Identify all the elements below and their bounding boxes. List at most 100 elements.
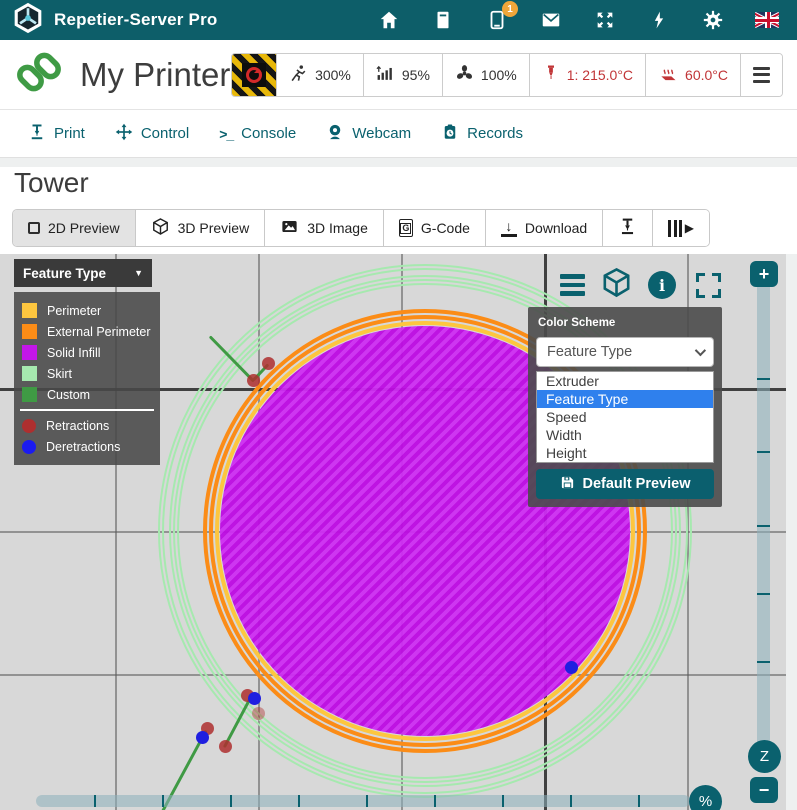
slider-tick — [298, 795, 300, 807]
flow-multiplier-button[interactable]: 95% — [363, 54, 442, 96]
preview-3d-cube-icon[interactable] — [600, 266, 633, 304]
slider-tick — [757, 593, 770, 595]
hamburger-icon — [753, 67, 770, 83]
legend-header[interactable]: Feature Type ▼ — [14, 259, 152, 287]
bolt-icon[interactable] — [647, 8, 671, 32]
zoom-in-button[interactable]: + — [750, 261, 778, 287]
chevron-down-icon — [695, 345, 706, 356]
view-gcode-button[interactable]: G G-Code — [383, 210, 485, 246]
color-scheme-option-width[interactable]: Width — [537, 426, 713, 444]
legend-item-deretractions: Deretractions — [14, 436, 160, 457]
extruder-icon — [542, 64, 560, 85]
download-button[interactable]: ↓ Download — [485, 210, 602, 246]
save-icon — [560, 475, 575, 494]
tab-label: Print — [54, 125, 85, 142]
view-button-label: 3D Image — [307, 220, 368, 236]
tab-console[interactable]: >_ Console — [219, 125, 296, 142]
z-mode-button[interactable]: Z — [748, 740, 781, 773]
view-3d-preview-button[interactable]: 3D Preview — [135, 210, 265, 246]
printer-menu-button[interactable] — [740, 54, 782, 96]
preview-canvas[interactable]: Feature Type ▼ Perimeter External Perime… — [0, 254, 786, 810]
tab-records[interactable]: Records — [441, 123, 523, 145]
fullscreen-icon[interactable] — [696, 273, 721, 298]
percent-mode-button[interactable]: % — [689, 785, 722, 810]
gcode-file-icon: G — [399, 219, 413, 237]
info-icon[interactable]: i — [648, 271, 676, 299]
printer-link-icon — [14, 48, 64, 101]
emergency-stop-button[interactable] — [232, 54, 276, 96]
legend-item-skirt: Skirt — [14, 363, 160, 384]
expand-icon[interactable] — [593, 8, 617, 32]
color-scheme-select[interactable]: Feature Type — [536, 337, 714, 367]
download-icon: ↓ — [501, 220, 517, 237]
slider-tick — [230, 795, 232, 807]
print-icon — [28, 123, 46, 145]
bed-temp-button[interactable]: 60.0°C — [645, 54, 740, 96]
printer-tabs: Print Control >_ Console Webcam Records — [0, 110, 797, 158]
slider-tick — [434, 795, 436, 807]
fan-value: 100% — [481, 67, 517, 83]
notification-badge: 1 — [502, 1, 518, 17]
deretraction-marker — [248, 692, 261, 705]
tablet-icon[interactable]: 1 — [485, 8, 509, 32]
view-button-group: 2D Preview 3D Preview 3D Image G G-Code … — [12, 209, 710, 247]
slider-tick — [366, 795, 368, 807]
progress-slider[interactable] — [36, 795, 690, 807]
layers-icon: ▶ — [668, 220, 694, 237]
color-scheme-option-extruder[interactable]: Extruder — [537, 372, 713, 390]
tab-control[interactable]: Control — [115, 123, 189, 145]
tab-print[interactable]: Print — [28, 123, 85, 145]
cube-icon — [151, 217, 170, 239]
image-icon — [280, 217, 299, 239]
layer-slider[interactable] — [757, 281, 770, 751]
fan-button[interactable]: 100% — [442, 54, 529, 96]
layers-button[interactable]: ▶ — [652, 210, 709, 246]
square-icon — [28, 222, 40, 234]
bed-temp-value: 60.0°C — [685, 67, 728, 83]
retraction-marker — [219, 740, 232, 753]
server-icon[interactable] — [431, 8, 455, 32]
default-preview-label: Default Preview — [583, 476, 691, 492]
gear-icon[interactable] — [701, 8, 725, 32]
feature-legend: Feature Type ▼ Perimeter External Perime… — [14, 259, 160, 465]
preview-toolbar: i — [560, 266, 721, 304]
records-icon — [441, 123, 459, 145]
retraction-marker — [247, 374, 260, 387]
color-swatch — [22, 345, 37, 360]
view-2d-preview-button[interactable]: 2D Preview — [13, 210, 135, 246]
color-scheme-options: ExtruderFeature TypeSpeedWidthHeight — [536, 371, 714, 463]
slider-tick — [502, 795, 504, 807]
emergency-stop-icon — [232, 54, 276, 96]
retraction-marker — [252, 707, 265, 720]
view-3d-image-button[interactable]: 3D Image — [264, 210, 383, 246]
legend-item-custom: Custom — [14, 384, 160, 405]
default-preview-button[interactable]: Default Preview — [536, 469, 714, 499]
printer-toolbar: 300% 95% 100% 1: 215.0°C 60.0°C — [231, 53, 783, 97]
job-section: Tower 2D Preview 3D Preview 3D Image G G… — [0, 167, 797, 254]
tab-webcam[interactable]: Webcam — [326, 123, 411, 145]
color-scheme-option-speed[interactable]: Speed — [537, 408, 713, 426]
legend-item-retractions: Retractions — [14, 415, 160, 436]
top-navbar: Repetier-Server Pro 1 — [0, 0, 797, 40]
deretraction-marker — [565, 661, 578, 674]
extruder-temp-button[interactable]: 1: 215.0°C — [529, 54, 645, 96]
nozzle-icon — [618, 217, 637, 239]
legend-item-perimeter: Perimeter — [14, 300, 160, 321]
home-icon[interactable] — [377, 8, 401, 32]
move-control-icon — [115, 123, 133, 145]
caret-down-icon: ▼ — [134, 268, 143, 278]
legend-item-external-perimeter: External Perimeter — [14, 321, 160, 342]
retraction-marker — [262, 357, 275, 370]
color-scheme-option-feature-type[interactable]: Feature Type — [537, 390, 713, 408]
legend-item-solid-infill: Solid Infill — [14, 342, 160, 363]
slider-tick — [757, 525, 770, 527]
preview-menu-icon[interactable] — [560, 274, 585, 296]
mail-icon[interactable] — [539, 8, 563, 32]
heated-bed-icon — [658, 63, 678, 86]
color-scheme-option-height[interactable]: Height — [537, 444, 713, 462]
uk-flag-icon[interactable] — [755, 8, 779, 32]
speed-multiplier-button[interactable]: 300% — [276, 54, 363, 96]
slider-tick — [94, 795, 96, 807]
zoom-out-button[interactable]: − — [750, 777, 778, 803]
print-job-button[interactable] — [602, 210, 652, 246]
